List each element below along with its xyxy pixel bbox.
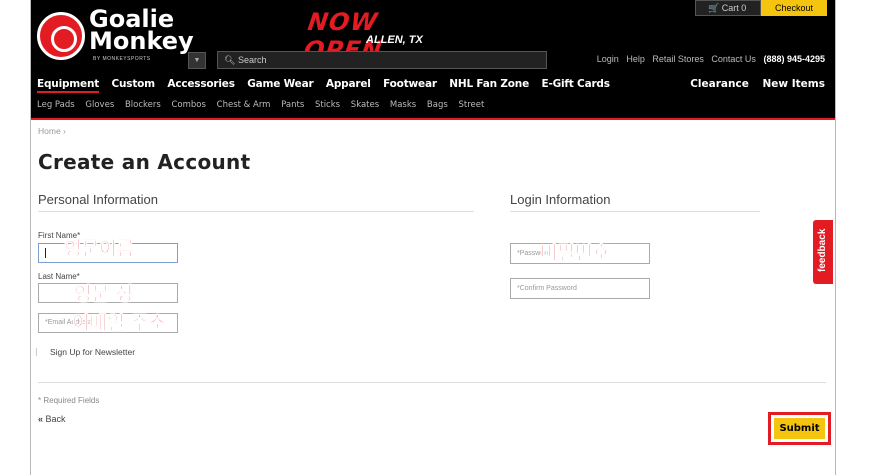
annotation-email: 이메일 주소 bbox=[72, 312, 167, 335]
subnav-bags[interactable]: Bags bbox=[427, 100, 448, 110]
subnav-chest-arm[interactable]: Chest & Arm bbox=[217, 100, 271, 110]
subnav-combos[interactable]: Combos bbox=[172, 100, 206, 110]
logo-subtitle: BY MONKEYSPORTS bbox=[93, 56, 151, 62]
back-label: Back bbox=[45, 414, 66, 424]
breadcrumb[interactable]: Home › bbox=[38, 126, 66, 136]
search-icon: 🔍︎ bbox=[224, 55, 236, 65]
newsletter-checkbox[interactable] bbox=[36, 348, 42, 356]
site-header: Goalie Monkey BY MONKEYSPORTS NOW OPEN A… bbox=[31, 0, 835, 120]
subnav-street[interactable]: Street bbox=[458, 100, 484, 110]
search-input[interactable]: 🔍︎ Search bbox=[217, 51, 547, 69]
phone-number[interactable]: (888) 945-4295 bbox=[763, 54, 825, 64]
required-fields-note: * Required Fields bbox=[38, 396, 100, 405]
submit-button[interactable]: Submit bbox=[774, 418, 825, 439]
confirm-password-field[interactable]: *Confirm Password bbox=[510, 278, 650, 299]
toplink-retail-stores[interactable]: Retail Stores bbox=[652, 54, 704, 64]
nav-footwear[interactable]: Footwear bbox=[383, 78, 437, 90]
subnav-gloves[interactable]: Gloves bbox=[85, 100, 114, 110]
submit-highlight: Submit bbox=[768, 412, 831, 445]
chevron-down-icon: ▼ bbox=[193, 57, 201, 64]
text-cursor bbox=[45, 248, 46, 258]
feedback-tab[interactable]: feedback bbox=[813, 220, 833, 284]
promo-banner[interactable]: NOW OPEN ALLEN, TX bbox=[302, 8, 446, 64]
right-nav: Clearance New Items bbox=[680, 78, 825, 90]
nav-equipment[interactable]: Equipment bbox=[37, 78, 99, 93]
login-info-divider bbox=[510, 211, 760, 212]
subnav-pants[interactable]: Pants bbox=[281, 100, 304, 110]
nav-e-gift-cards[interactable]: E-Gift Cards bbox=[541, 78, 610, 90]
logo-mark-icon bbox=[37, 12, 85, 60]
subnav-leg-pads[interactable]: Leg Pads bbox=[37, 100, 75, 110]
personal-info-divider bbox=[38, 211, 474, 212]
logo-line2: Monkey bbox=[89, 27, 194, 55]
site-logo[interactable]: Goalie Monkey BY MONKEYSPORTS bbox=[37, 6, 194, 66]
double-chevron-left-icon: « bbox=[38, 414, 44, 424]
confirm-password-placeholder: *Confirm Password bbox=[517, 285, 577, 292]
nav-new-items[interactable]: New Items bbox=[762, 78, 825, 90]
logo-text: Goalie Monkey bbox=[89, 7, 194, 55]
form-divider bbox=[38, 382, 826, 383]
login-info-heading: Login Information bbox=[510, 192, 611, 207]
cart-label: Cart 0 bbox=[721, 3, 747, 13]
cart-button[interactable]: 🛒 Cart 0 bbox=[695, 0, 761, 16]
nav-accessories[interactable]: Accessories bbox=[167, 78, 235, 90]
main-nav: Equipment Custom Accessories Game Wear A… bbox=[37, 78, 619, 93]
back-link[interactable]: « Back bbox=[38, 414, 66, 424]
top-links: Login Help Retail Stores Contact Us (888… bbox=[592, 54, 825, 64]
toplink-help[interactable]: Help bbox=[626, 54, 645, 64]
toplink-contact-us[interactable]: Contact Us bbox=[711, 54, 756, 64]
nav-clearance[interactable]: Clearance bbox=[690, 78, 749, 90]
newsletter-label[interactable]: Sign Up for Newsletter bbox=[50, 347, 135, 357]
subnav-skates[interactable]: Skates bbox=[351, 100, 379, 110]
banner-location: ALLEN, TX bbox=[366, 34, 423, 46]
page: Goalie Monkey BY MONKEYSPORTS NOW OPEN A… bbox=[0, 0, 870, 475]
toplink-login[interactable]: Login bbox=[597, 54, 619, 64]
search-category-dropdown[interactable]: ▼ bbox=[188, 52, 206, 69]
annotation-last-name: 영문 성 bbox=[74, 283, 134, 306]
nav-game-wear[interactable]: Game Wear bbox=[247, 78, 313, 90]
nav-nhl-fan-zone[interactable]: NHL Fan Zone bbox=[449, 78, 529, 90]
cart-icon: 🛒 bbox=[708, 3, 720, 13]
feedback-label: feedback bbox=[817, 228, 828, 272]
checkout-button[interactable]: Checkout bbox=[761, 0, 827, 16]
subnav-sticks[interactable]: Sticks bbox=[315, 100, 340, 110]
nav-custom[interactable]: Custom bbox=[112, 78, 156, 90]
personal-info-heading: Personal Information bbox=[38, 192, 158, 207]
header-divider bbox=[31, 118, 835, 120]
nav-apparel[interactable]: Apparel bbox=[326, 78, 371, 90]
subnav-masks[interactable]: Masks bbox=[390, 100, 416, 110]
sub-nav: Leg Pads Gloves Blockers Combos Chest & … bbox=[37, 100, 492, 110]
subnav-blockers[interactable]: Blockers bbox=[125, 100, 161, 110]
search-label: Search bbox=[237, 55, 267, 65]
annotation-password: 비밀번호 bbox=[540, 242, 611, 265]
annotation-first-name: 영문이름 bbox=[64, 238, 135, 261]
page-title: Create an Account bbox=[38, 150, 251, 174]
